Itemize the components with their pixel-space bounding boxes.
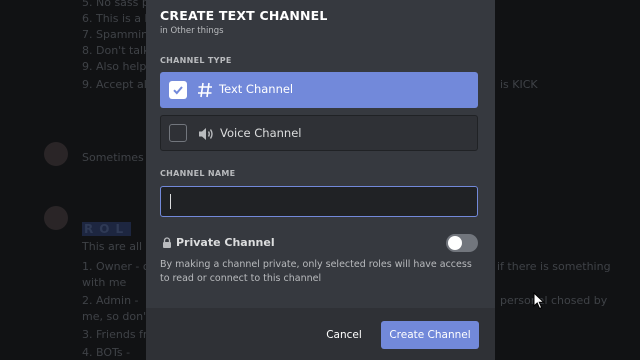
bg-line: 4. BOTs - <box>82 346 131 359</box>
text-caret <box>170 194 171 209</box>
modal-subtitle: in Other things <box>160 26 224 36</box>
channel-name-input[interactable] <box>160 186 478 217</box>
create-channel-modal: CREATE TEXT CHANNEL in Other things CHAN… <box>146 0 495 360</box>
bg-line: 1. Owner - o <box>82 260 150 273</box>
checkbox-checked[interactable] <box>169 81 187 99</box>
bg-line-right: personal chosed by <box>500 294 608 307</box>
bg-line: 6. This is a b <box>82 12 152 25</box>
channel-type-label: CHANNEL TYPE <box>160 56 232 65</box>
mouse-cursor-icon <box>533 292 545 310</box>
create-channel-button[interactable]: Create Channel <box>381 321 479 349</box>
bg-line-right: if there is something <box>497 260 611 273</box>
cancel-button[interactable]: Cancel <box>314 322 374 348</box>
lock-icon <box>163 237 171 248</box>
speaker-icon <box>199 128 213 140</box>
avatar <box>44 142 68 166</box>
private-channel-toggle[interactable] <box>446 234 478 252</box>
bg-line-right: is KICK <box>500 78 538 91</box>
bg-line: 5. No sass p <box>82 0 149 9</box>
toggle-knob <box>448 236 462 250</box>
bg-line: 2. Admin - <box>82 294 139 307</box>
modal-footer: Cancel Create Channel <box>146 308 495 360</box>
modal-title: CREATE TEXT CHANNEL <box>160 8 328 23</box>
bg-roles-title: ROL <box>82 222 132 236</box>
bg-line: with me <box>82 276 127 289</box>
bg-line: 7. Spammin <box>82 28 149 41</box>
text-channel-label: Text Channel <box>219 82 294 96</box>
bg-line: 8. Don't talk <box>82 44 150 57</box>
private-channel-row: Private Channel <box>160 234 478 252</box>
checkmark-icon <box>173 86 183 95</box>
checkbox-unchecked[interactable] <box>169 124 187 142</box>
bg-line: me, so don' <box>82 310 147 323</box>
voice-channel-option[interactable]: Voice Channel <box>160 115 478 151</box>
private-channel-label: Private Channel <box>176 236 275 249</box>
channel-name-label: CHANNEL NAME <box>160 169 236 178</box>
bg-message: Sometimes <box>82 151 144 164</box>
private-channel-description: By making a channel private, only select… <box>160 259 472 284</box>
bg-line: 3. Friends fr <box>82 328 148 341</box>
avatar <box>44 206 68 230</box>
text-channel-option[interactable]: Text Channel <box>160 72 478 108</box>
hash-icon <box>198 82 212 98</box>
bg-line: 9. Also help <box>82 60 147 73</box>
bg-line: This are all <box>82 240 143 253</box>
bg-line: 9. Accept al <box>82 78 147 91</box>
voice-channel-label: Voice Channel <box>220 126 302 140</box>
